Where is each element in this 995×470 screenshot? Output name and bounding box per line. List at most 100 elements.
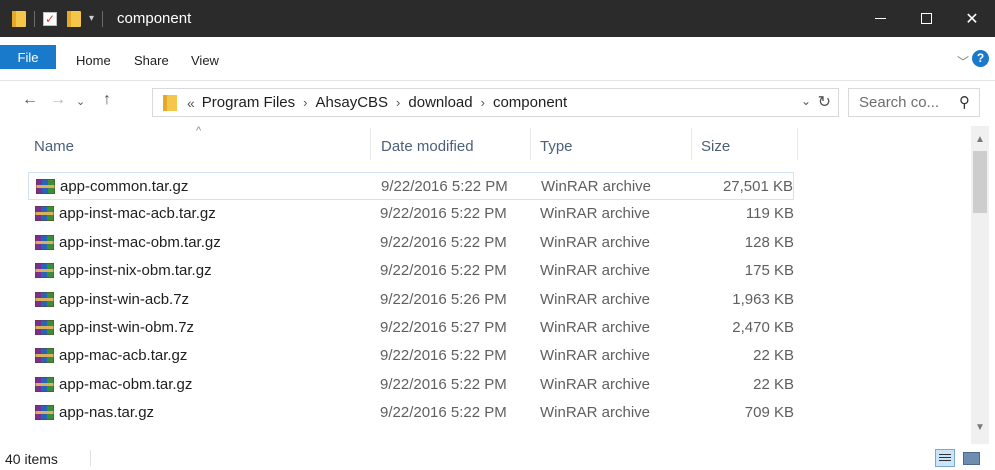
breadcrumb-ahsaycbs[interactable]: AhsayCBS [316, 94, 389, 111]
help-icon[interactable]: ? [972, 50, 989, 67]
address-bar[interactable]: « Program Files › AhsayCBS › download › … [152, 88, 839, 117]
column-header-size[interactable]: Size [701, 126, 730, 166]
search-input[interactable]: Search co... ⚲ [848, 88, 980, 117]
toolbar-divider [34, 10, 35, 27]
window-controls: ✕ [857, 0, 995, 37]
details-view-button[interactable] [935, 449, 955, 467]
refresh-icon[interactable]: ↻ [818, 92, 831, 112]
file-date-modified: 9/22/2016 5:27 PM [380, 318, 507, 336]
winrar-archive-icon [35, 291, 54, 307]
close-button[interactable]: ✕ [949, 0, 995, 37]
maximize-button[interactable] [903, 0, 949, 37]
file-row[interactable]: app-inst-mac-acb.tar.gz 9/22/2016 5:22 PM… [28, 200, 794, 228]
minimize-button[interactable] [857, 0, 903, 37]
folder-icon[interactable] [12, 10, 26, 27]
file-name: app-mac-acb.tar.gz [59, 347, 188, 365]
minimize-icon [874, 18, 886, 19]
file-size: 128 KB [744, 233, 794, 251]
column-divider[interactable] [797, 128, 798, 160]
file-size: 2,470 KB [732, 318, 794, 336]
column-divider[interactable] [530, 128, 531, 160]
tab-home[interactable]: Home [76, 53, 111, 68]
file-row[interactable]: app-inst-win-acb.7z 9/22/2016 5:26 PM WinR… [28, 286, 794, 314]
file-row[interactable]: app-inst-nix-obm.tar.gz 9/22/2016 5:22 PM… [28, 257, 794, 285]
file-row[interactable]: app-nas.tar.gz 9/22/2016 5:22 PM WinRAR ar… [28, 399, 794, 427]
breadcrumb-separator[interactable]: › [481, 95, 485, 110]
sort-ascending-icon: ^ [196, 125, 202, 137]
ribbon: File Home Share View ﹀ ? [0, 37, 995, 81]
column-header-type[interactable]: Type [540, 126, 573, 166]
file-type: WinRAR archive [540, 290, 651, 308]
winrar-archive-icon [35, 263, 54, 279]
scroll-thumb[interactable] [973, 151, 987, 213]
file-type: WinRAR archive [540, 347, 651, 365]
scroll-down-icon[interactable]: ▼ [975, 422, 985, 433]
breadcrumb-component[interactable]: component [493, 94, 567, 111]
tab-view[interactable]: View [191, 53, 219, 68]
up-arrow-icon[interactable]: ↑ [103, 91, 111, 109]
forward-arrow-icon[interactable]: → [50, 91, 66, 109]
file-name: app-inst-win-acb.7z [59, 290, 190, 308]
file-type: WinRAR archive [540, 205, 651, 223]
title-bar: ✓ ▾ component ✕ [0, 0, 995, 37]
large-icons-view-button[interactable] [961, 449, 981, 467]
file-size: 22 KB [753, 375, 794, 393]
folder-icon [163, 94, 177, 111]
file-row[interactable]: app-mac-acb.tar.gz 9/22/2016 5:22 PM WinRA… [28, 342, 794, 370]
file-date-modified: 9/22/2016 5:22 PM [380, 262, 507, 280]
breadcrumb-program-files[interactable]: Program Files [202, 94, 295, 111]
file-type: WinRAR archive [540, 233, 651, 251]
winrar-archive-icon [36, 179, 55, 194]
file-list: app-common.tar.gz 9/22/2016 5:22 PM WinRAR… [28, 172, 794, 428]
new-folder-icon[interactable] [67, 10, 81, 27]
file-size: 27,501 KB [722, 178, 793, 195]
column-header-name[interactable]: Name [34, 126, 74, 166]
winrar-archive-icon [35, 376, 54, 392]
scroll-up-icon[interactable]: ▲ [975, 134, 985, 145]
recent-locations-chevron-icon[interactable]: ⌄ [76, 95, 85, 108]
vertical-scrollbar[interactable]: ▲ ▼ [971, 126, 989, 444]
status-bar: 40 items [0, 446, 995, 470]
expand-ribbon-chevron-icon[interactable]: ﹀ [957, 53, 969, 70]
search-placeholder: Search co... [859, 94, 940, 111]
breadcrumb-download[interactable]: download [408, 94, 472, 111]
file-size: 119 KB [745, 205, 794, 223]
file-name: app-inst-mac-acb.tar.gz [59, 205, 216, 223]
file-row[interactable]: app-common.tar.gz 9/22/2016 5:22 PM WinRAR… [28, 172, 794, 201]
magnifier-icon: ⚲ [959, 94, 970, 111]
file-date-modified: 9/22/2016 5:26 PM [380, 290, 507, 308]
file-type: WinRAR archive [540, 404, 651, 422]
tab-file[interactable]: File [0, 45, 56, 69]
winrar-archive-icon [35, 234, 54, 250]
breadcrumb-separator[interactable]: › [396, 95, 400, 110]
column-divider[interactable] [370, 128, 371, 160]
file-size: 22 KB [753, 347, 794, 365]
file-row[interactable]: app-inst-win-obm.7z 9/22/2016 5:27 PM WinR… [28, 314, 794, 342]
tab-share[interactable]: Share [134, 53, 169, 68]
file-type: WinRAR archive [540, 318, 651, 336]
properties-checkbox-icon[interactable]: ✓ [43, 11, 57, 26]
file-date-modified: 9/22/2016 5:22 PM [380, 404, 507, 422]
file-type: WinRAR archive [540, 262, 651, 280]
toolbar-divider [102, 10, 104, 27]
file-date-modified: 9/22/2016 5:22 PM [380, 347, 507, 365]
breadcrumb-separator[interactable]: › [303, 95, 307, 110]
winrar-archive-icon [35, 405, 54, 421]
address-dropdown-icon[interactable]: ⌄ [801, 94, 811, 108]
breadcrumb: « Program Files › AhsayCBS › download › … [187, 94, 567, 111]
column-divider[interactable] [691, 128, 692, 160]
chevron-left-icon[interactable]: « [187, 95, 195, 111]
winrar-archive-icon [35, 206, 54, 222]
customize-toolbar-dropdown-icon[interactable]: ▾ [89, 13, 94, 24]
back-arrow-icon[interactable]: ← [22, 91, 38, 109]
file-date-modified: 9/22/2016 5:22 PM [380, 233, 507, 251]
file-date-modified: 9/22/2016 5:22 PM [381, 178, 508, 195]
winrar-archive-icon [35, 319, 54, 335]
winrar-archive-icon [35, 348, 54, 364]
file-name: app-inst-mac-obm.tar.gz [59, 233, 221, 251]
file-row[interactable]: app-mac-obm.tar.gz 9/22/2016 5:22 PM WinRA… [28, 371, 794, 399]
file-name: app-mac-obm.tar.gz [59, 375, 193, 393]
column-header-date[interactable]: Date modified [381, 126, 474, 166]
file-row[interactable]: app-inst-mac-obm.tar.gz 9/22/2016 5:22 PM… [28, 229, 794, 257]
navigation-bar: ← → ⌄ ↑ « Program Files › AhsayCBS › dow… [0, 81, 995, 125]
